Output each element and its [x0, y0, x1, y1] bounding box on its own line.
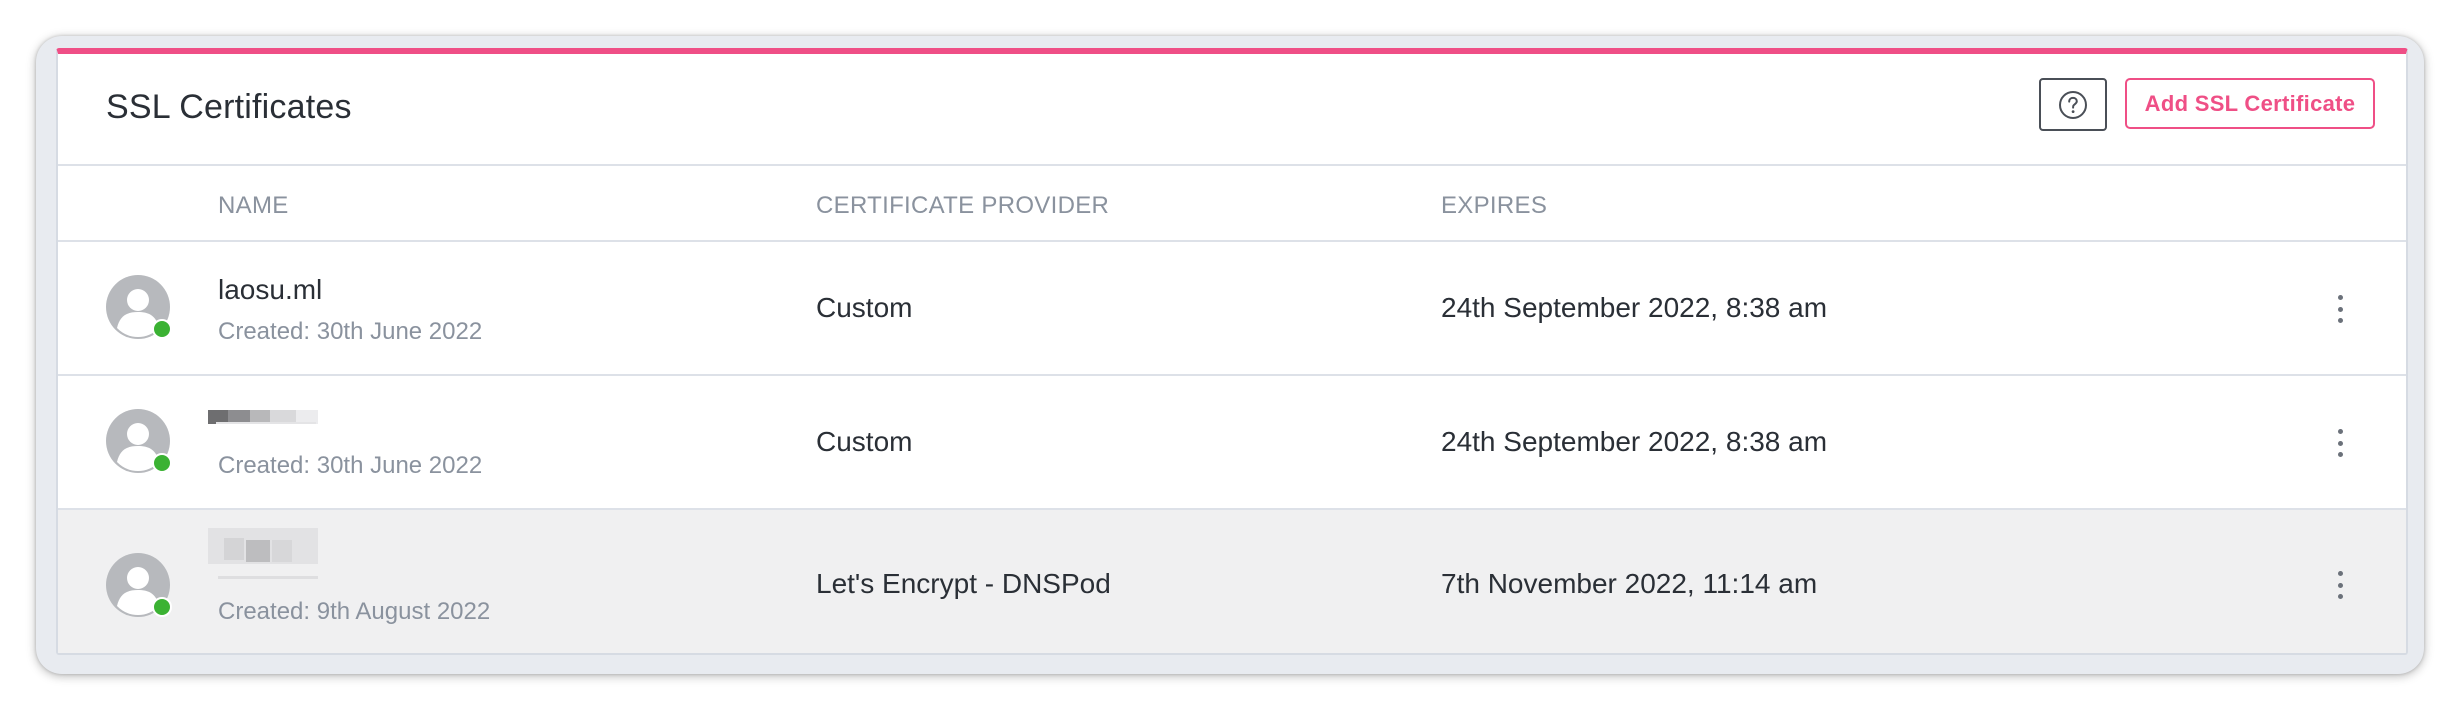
table-header: NAME CERTIFICATE PROVIDER EXPIRES	[58, 166, 2406, 242]
status-active-indicator	[152, 319, 172, 339]
row-actions-menu-icon[interactable]	[2328, 569, 2352, 601]
add-ssl-certificate-button[interactable]: Add SSL Certificate	[2125, 78, 2375, 129]
certificate-provider: Custom	[816, 426, 913, 457]
column-header-name[interactable]: NAME	[218, 192, 289, 220]
row-actions-menu-icon[interactable]	[2328, 293, 2352, 325]
certificate-expires: 7th November 2022, 11:14 am	[1441, 568, 1818, 599]
table-row[interactable]: laosu.ml Created: 30th June 2022 Custom …	[58, 242, 2406, 376]
table-row[interactable]: Created: 9th August 2022 Let's Encrypt -…	[58, 510, 2406, 653]
row-actions-menu-icon[interactable]	[2328, 427, 2352, 459]
certificate-created-date: Created: 30th June 2022	[218, 452, 483, 479]
certificate-created-date: Created: 9th August 2022	[218, 598, 491, 625]
column-header-expires[interactable]: EXPIRES	[1441, 192, 1547, 220]
certificate-expires: 24th September 2022, 8:38 am	[1441, 292, 1828, 323]
help-button[interactable]	[2039, 78, 2107, 131]
certificate-expires: 24th September 2022, 8:38 am	[1441, 426, 1828, 457]
redacted-name-block	[208, 528, 318, 579]
certificate-created-date: Created: 30th June 2022	[218, 318, 483, 345]
status-active-indicator	[152, 453, 172, 473]
table-row[interactable]: Created: 30th June 2022 Custom 24th Sept…	[58, 376, 2406, 510]
status-active-indicator	[152, 597, 172, 617]
page-title: SSL Certificates	[106, 88, 352, 126]
redacted-name-block	[208, 410, 318, 424]
help-circle-icon	[2059, 90, 2087, 119]
panel-header: SSL Certificates Add SSL Certificate	[58, 54, 2406, 166]
certificate-provider: Let's Encrypt - DNSPod	[816, 568, 1111, 599]
certificate-name[interactable]: laosu.ml	[218, 274, 322, 306]
column-header-provider[interactable]: CERTIFICATE PROVIDER	[816, 192, 1109, 220]
ssl-certificates-panel: SSL Certificates Add SSL Certificate NAM…	[56, 48, 2408, 655]
certificate-provider: Custom	[816, 292, 913, 323]
